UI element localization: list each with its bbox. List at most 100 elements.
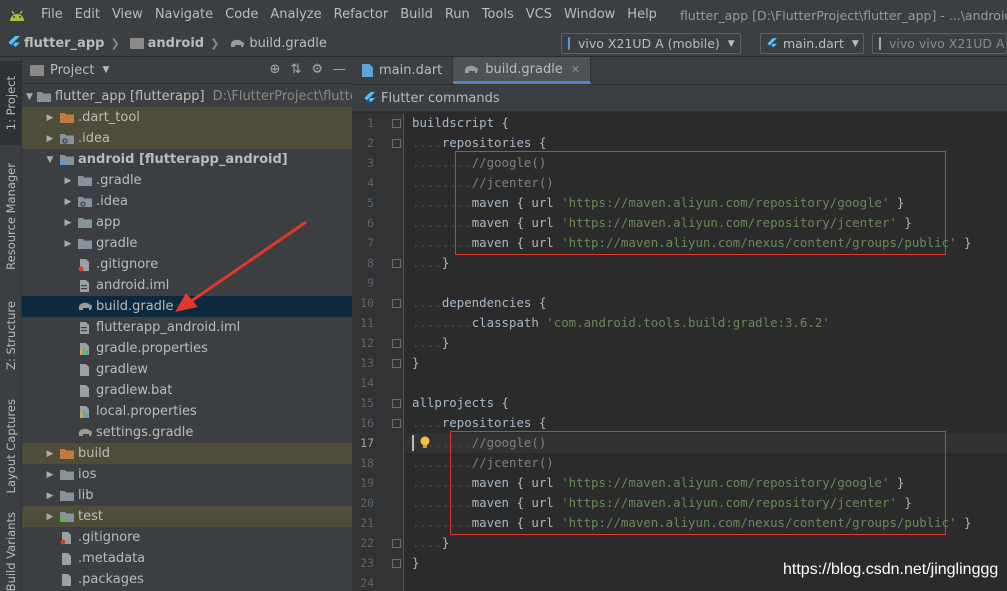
collapsed-arrow-icon[interactable]: ▶ — [44, 470, 56, 480]
tree-item[interactable]: build.gradle — [22, 296, 352, 317]
tree-item[interactable]: ▼ android [flutterapp_android] — [22, 149, 352, 170]
breadcrumb-android[interactable]: android ❯ — [122, 36, 222, 51]
project-tree: ▼ flutter_app [flutterapp] D:\FlutterProje… — [22, 86, 352, 590]
menu-help[interactable]: Help — [622, 0, 664, 30]
expanded-arrow-icon[interactable]: ▼ — [26, 92, 33, 102]
fold-marker-icon[interactable] — [392, 419, 401, 428]
breadcrumb-file[interactable]: build.gradle — [221, 36, 327, 51]
close-icon[interactable]: ✕ — [571, 63, 580, 76]
file-git-icon — [59, 531, 75, 545]
locate-icon[interactable]: ⊕ — [270, 62, 281, 77]
project-view-selector[interactable]: Project ▼ — [30, 63, 109, 78]
phone-icon — [568, 37, 570, 50]
collapsed-arrow-icon[interactable]: ▶ — [44, 449, 56, 459]
tool-tab-build-variants[interactable]: Build Variants — [0, 512, 22, 591]
tree-item[interactable]: ▶ .dart_tool — [22, 107, 352, 128]
tree-item-label: android [flutterapp_android] — [78, 152, 288, 167]
collapsed-arrow-icon[interactable]: ▶ — [44, 134, 56, 144]
tree-item[interactable]: ▶ lib — [22, 485, 352, 506]
run-config-selector[interactable]: main.dart ▼ — [760, 33, 864, 54]
collapsed-arrow-icon[interactable]: ▶ — [44, 491, 56, 501]
tool-tab-layout-captures[interactable]: Layout Captures — [0, 391, 22, 501]
tree-item[interactable]: flutterapp_android.iml — [22, 317, 352, 338]
tree-item[interactable]: ▶ .idea — [22, 191, 352, 212]
lightbulb-icon[interactable] — [420, 436, 430, 450]
gear-icon[interactable]: ⚙ — [311, 62, 323, 77]
tree-item[interactable]: ▶ test — [22, 506, 352, 527]
tree-item[interactable]: settings.gradle — [22, 422, 352, 443]
collapsed-arrow-icon[interactable]: ▶ — [62, 197, 74, 207]
tree-item[interactable]: gradle.properties — [22, 338, 352, 359]
code-view[interactable]: 1 2 3 4 5 6 7 8 9 10 11 12 13 14 15 16 17 18 19 20 21 22 23 24 … — [352, 113, 1007, 591]
flutter-commands-bar[interactable]: Flutter commands — [352, 85, 1007, 112]
menu-build[interactable]: Build — [395, 0, 440, 30]
menu-navigate[interactable]: Navigate — [150, 0, 220, 30]
tree-item[interactable]: .gitignore — [22, 527, 352, 548]
line-number: 7 — [367, 236, 374, 250]
tree-item-path: D:\FlutterProject\flutter_a — [212, 89, 352, 104]
tree-item[interactable]: ▶ gradle — [22, 233, 352, 254]
tree-item[interactable]: ▶ app — [22, 212, 352, 233]
fold-marker-icon[interactable] — [392, 259, 401, 268]
fold-marker-icon[interactable] — [392, 359, 401, 368]
fold-marker-icon[interactable] — [392, 299, 401, 308]
tab-main-dart[interactable]: main.dart — [352, 57, 454, 84]
collapsed-arrow-icon[interactable]: ▶ — [44, 512, 56, 522]
menu-tools[interactable]: Tools — [477, 0, 521, 30]
folder-icon — [59, 468, 75, 482]
menu-window[interactable]: Window — [559, 0, 622, 30]
tab-build-gradle[interactable]: build.gradle ✕ — [453, 57, 592, 84]
menu-code[interactable]: Code — [220, 0, 265, 30]
menu-refactor[interactable]: Refactor — [329, 0, 396, 30]
fold-marker-icon[interactable] — [392, 399, 401, 408]
menu-file[interactable]: File — [36, 0, 70, 30]
breadcrumb-project[interactable]: flutter_app ❯ — [0, 36, 122, 51]
tree-item[interactable]: .metadata — [22, 548, 352, 569]
tree-item[interactable]: .packages — [22, 569, 352, 590]
code-line: ....repositories { — [412, 135, 547, 150]
tree-item[interactable]: ▶ .idea — [22, 128, 352, 149]
navigation-bar: flutter_app ❯ android ❯ build.gradle viv… — [0, 30, 1007, 57]
tree-item[interactable]: ▶ ios — [22, 464, 352, 485]
folder-icon — [59, 489, 75, 503]
collapsed-arrow-icon[interactable]: ▶ — [62, 176, 74, 186]
collapsed-arrow-icon[interactable]: ▶ — [44, 113, 56, 123]
minimize-icon[interactable]: — — [333, 62, 346, 77]
tool-tab-resource-manager[interactable]: Resource Manager — [0, 151, 22, 281]
expanded-arrow-icon[interactable]: ▼ — [44, 155, 56, 165]
fold-marker-icon[interactable] — [392, 119, 401, 128]
flutter-commands-label: Flutter commands — [381, 90, 500, 106]
chevron-down-icon: ▼ — [851, 38, 859, 49]
run-config-label: main.dart — [783, 36, 844, 51]
tool-tab-structure[interactable]: Z: Structure — [0, 289, 22, 381]
file-properties-icon — [77, 405, 93, 419]
line-number: 17 — [360, 436, 374, 450]
tree-item[interactable]: ▶ build — [22, 443, 352, 464]
fold-marker-icon[interactable] — [392, 139, 401, 148]
device-selector[interactable]: vivo X21UD A (mobile) ▼ — [561, 33, 741, 54]
device-selector-secondary[interactable]: vivo vivo X21UD A — [872, 33, 1007, 54]
fold-marker-icon[interactable] — [392, 559, 401, 568]
menu-run[interactable]: Run — [440, 0, 477, 30]
collapse-all-icon[interactable]: ⇅ — [290, 62, 301, 77]
code-line: buildscript { — [412, 115, 509, 130]
folder-orange-icon — [59, 111, 75, 125]
menu-vcs[interactable]: VCS — [521, 0, 559, 30]
tree-item[interactable]: gradlew — [22, 359, 352, 380]
fold-marker-icon[interactable] — [392, 539, 401, 548]
collapsed-arrow-icon[interactable]: ▶ — [62, 218, 74, 228]
collapsed-arrow-icon[interactable]: ▶ — [62, 239, 74, 249]
tool-tab-project[interactable]: 1: Project — [0, 61, 22, 145]
tree-item[interactable]: local.properties — [22, 401, 352, 422]
tree-item[interactable]: gradlew.bat — [22, 380, 352, 401]
menu-view[interactable]: View — [107, 0, 150, 30]
tree-item[interactable]: ▶ .gradle — [22, 170, 352, 191]
menu-edit[interactable]: Edit — [70, 0, 107, 30]
fold-marker-icon[interactable] — [392, 339, 401, 348]
tree-item-label: gradle — [96, 236, 138, 251]
tree-item[interactable]: .gitignore — [22, 254, 352, 275]
tree-item[interactable]: ▼ flutter_app [flutterapp] D:\FlutterProje… — [22, 86, 352, 107]
tree-item[interactable]: android.iml — [22, 275, 352, 296]
menu-analyze[interactable]: Analyze — [265, 0, 328, 30]
line-number: 2 — [367, 136, 374, 150]
